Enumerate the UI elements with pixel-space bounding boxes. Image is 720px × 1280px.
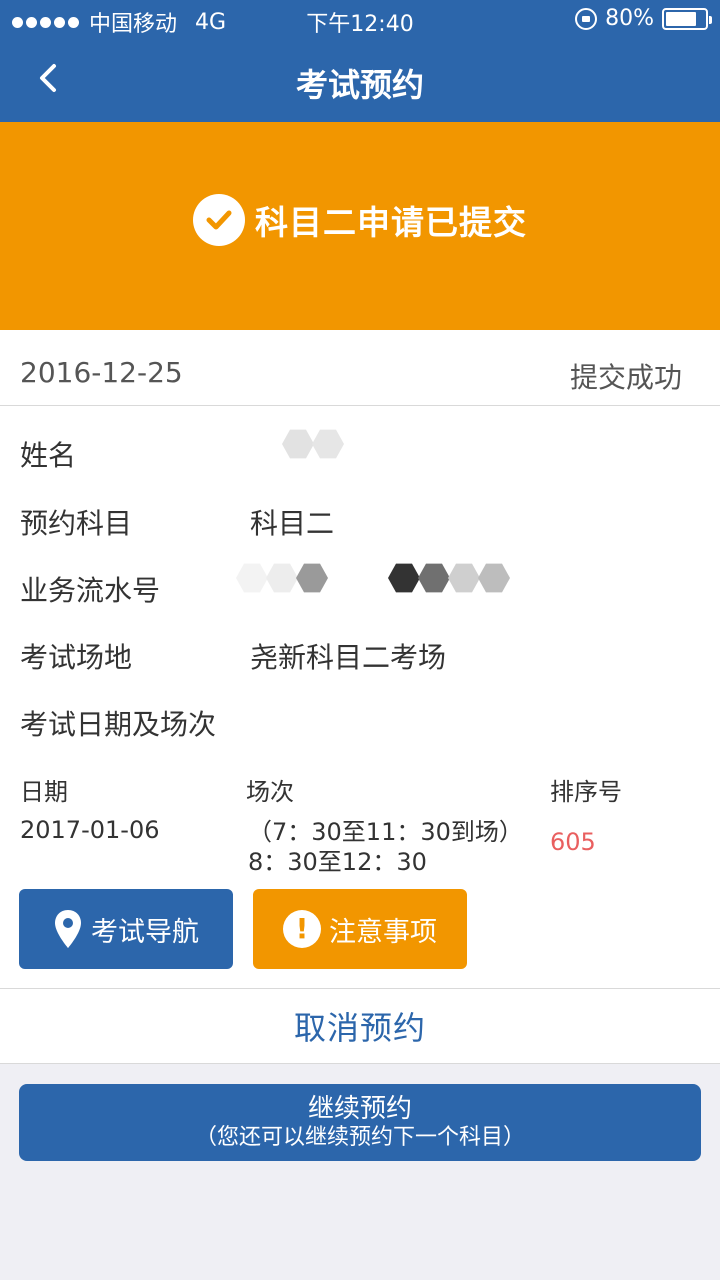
notice-label: 注意事项	[329, 916, 437, 948]
appointment-card: 2016-12-25 提交成功 姓名 预约科目 科目二 业务流水号 考试场地 尧…	[0, 330, 720, 988]
session-line-2: 8：30至12：30	[248, 848, 427, 876]
name-label: 姓名	[20, 439, 77, 472]
exclamation-circle-icon: !	[283, 910, 321, 948]
serial-label: 业务流水号	[20, 574, 161, 607]
subject-value: 科目二	[250, 507, 335, 540]
summary-row: 2016-12-25 提交成功	[0, 330, 720, 406]
status-bar: 中国移动 4G 下午12:40 80%	[0, 0, 720, 40]
continue-appointment-button[interactable]: 继续预约 （您还可以继续预约下一个科目）	[19, 1084, 701, 1161]
submit-status: 提交成功	[569, 361, 682, 394]
continue-label: 继续预约	[307, 1094, 412, 1124]
orientation-lock-icon	[575, 7, 598, 30]
session-header: 场次	[246, 778, 294, 806]
status-right: 80%	[575, 6, 712, 31]
venue-label: 考试场地	[20, 641, 133, 674]
submitted-banner: 科目二申请已提交	[0, 122, 720, 330]
submit-date: 2016-12-25	[20, 356, 183, 389]
battery-percent: 80%	[605, 6, 654, 31]
exam-navigation-label: 考试导航	[91, 916, 199, 948]
exam-navigation-button[interactable]: 考试导航	[19, 889, 233, 969]
app-header: 中国移动 4G 下午12:40 80% 考试预约	[0, 0, 720, 122]
map-pin-icon	[53, 909, 83, 949]
schedule-label: 考试日期及场次	[20, 708, 217, 741]
check-circle-icon	[193, 194, 245, 246]
cancel-appointment-label: 取消预约	[293, 1009, 426, 1047]
subject-label: 预约科目	[20, 507, 133, 540]
banner-message: 科目二申请已提交	[255, 203, 527, 242]
rank-value: 605	[550, 828, 596, 856]
exam-date-value: 2017-01-06	[20, 816, 160, 844]
continue-sublabel: （您还可以继续预约下一个科目）	[194, 1125, 525, 1150]
nav-bar: 考试预约	[0, 40, 720, 122]
date-header: 日期	[20, 778, 68, 806]
notice-button[interactable]: ! 注意事项	[253, 889, 467, 969]
cancel-appointment-button[interactable]: 取消预约	[0, 988, 720, 1064]
rank-header: 排序号	[550, 778, 622, 806]
battery-icon	[662, 7, 712, 30]
venue-value: 尧新科目二考场	[250, 641, 447, 674]
page-title: 考试预约	[295, 66, 424, 104]
